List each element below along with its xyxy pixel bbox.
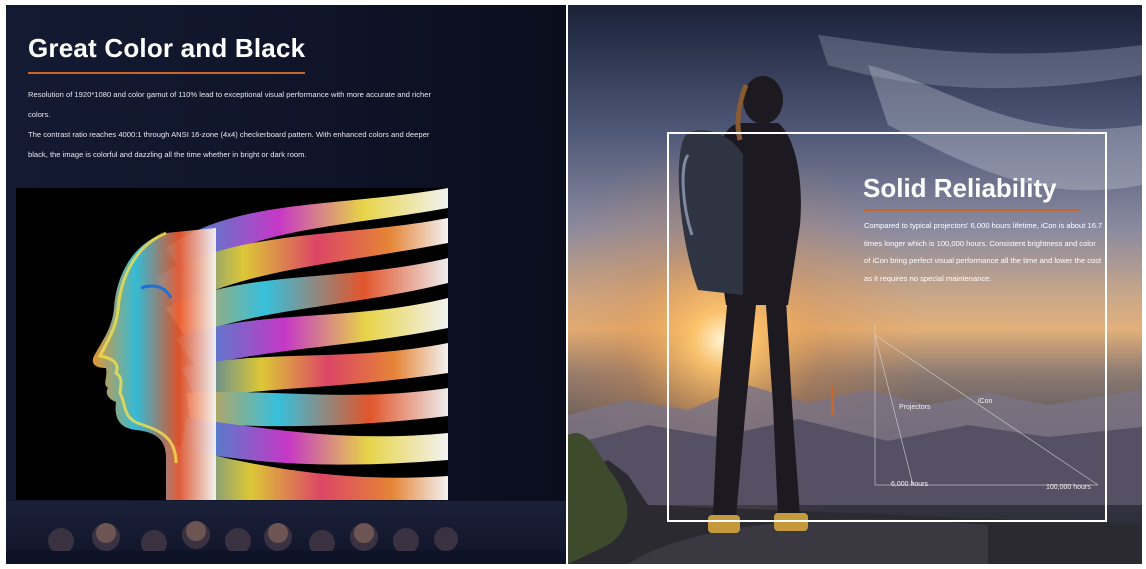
color-paragraph-2: The contrast ratio reaches 4000:1 throug…: [28, 130, 430, 159]
reliability-section-title: Solid Reliability: [863, 173, 1057, 203]
audience-illustration: [6, 521, 566, 564]
color-section: Great Color and Black Resolution of 1920…: [6, 5, 566, 564]
reliability-description: Compared to typical projectors' 6,000 ho…: [864, 221, 1103, 283]
colorful-face-artwork: [16, 188, 448, 500]
chart-label-icon: iCon: [978, 398, 993, 405]
color-section-title: Great Color and Black: [28, 33, 306, 63]
chart-label-projectors: Projectors: [899, 404, 931, 411]
color-paragraph-1: Resolution of 1920*1080 and color gamut …: [28, 90, 431, 119]
colorful-face-illustration: [92, 188, 448, 500]
audience-silhouettes: [6, 501, 566, 564]
color-section-description: Resolution of 1920*1080 and color gamut …: [28, 85, 448, 165]
brochure-spread: Great Color and Black Resolution of 1920…: [6, 5, 1142, 564]
chart-label-100000-hours: 100,000 hours: [1046, 484, 1091, 491]
title-underline: [863, 209, 1080, 211]
title-underline: [28, 72, 305, 74]
chart-label-6000-hours: 6,000 hours: [891, 481, 928, 488]
reliability-section: Solid Reliability Compared to typical pr…: [568, 5, 1142, 564]
